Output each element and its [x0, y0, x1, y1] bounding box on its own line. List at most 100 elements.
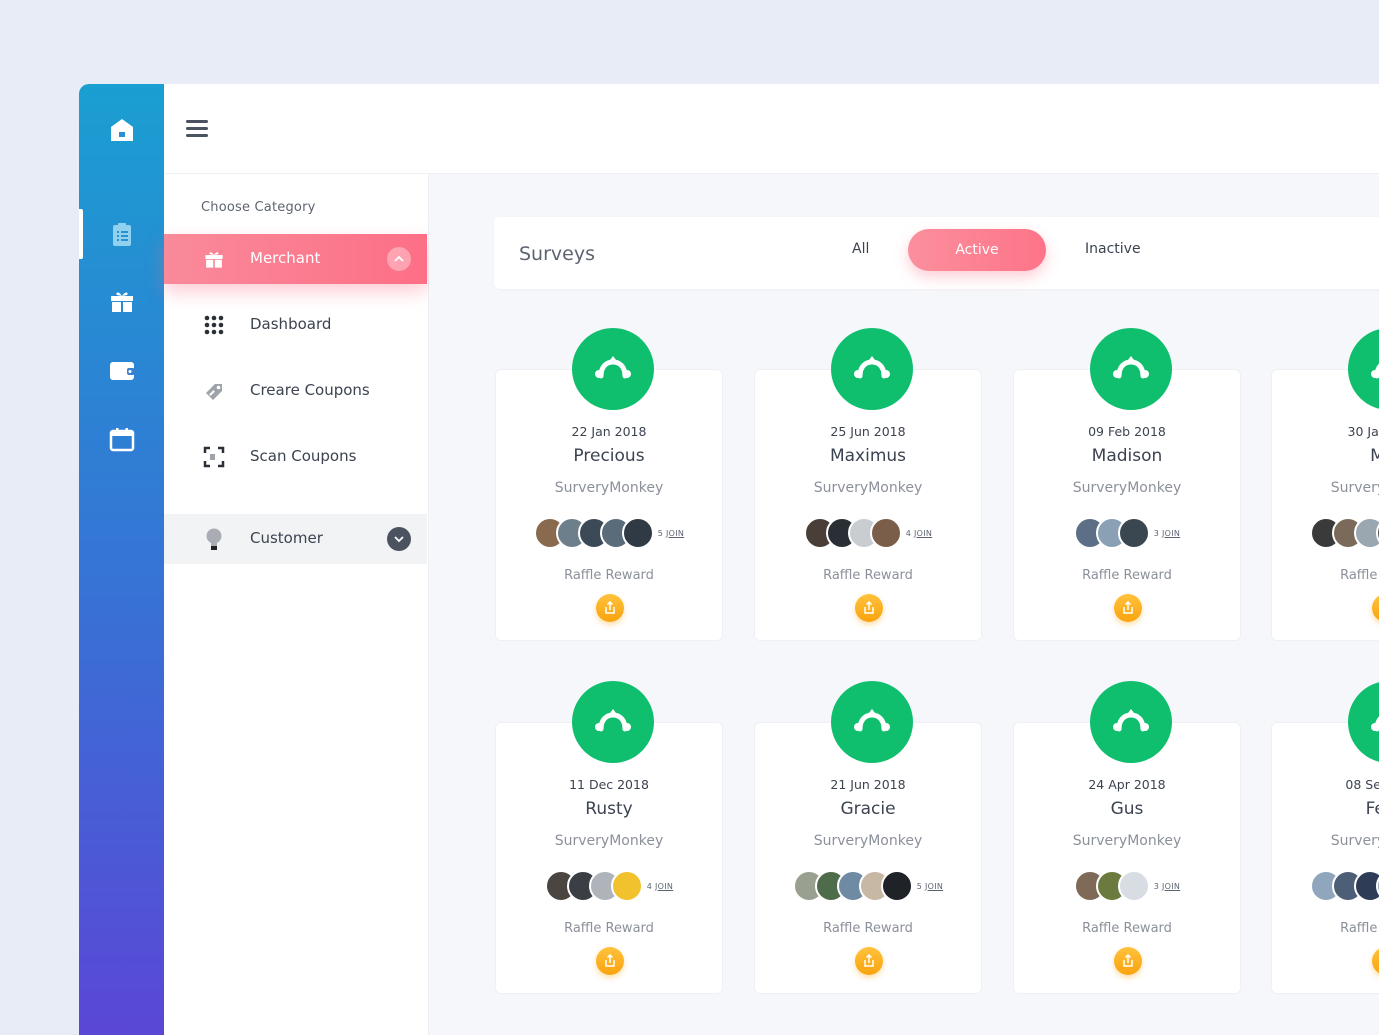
join-link[interactable]: JOIN [914, 529, 932, 538]
avatar-group: 4 JOIN [755, 516, 981, 550]
survey-card[interactable]: 21 Jun 2018 Gracie SurveryMonkey 5 JOIN … [754, 681, 982, 994]
category-item-scan-coupons[interactable]: Scan Coupons [164, 432, 427, 482]
category-panel-title: Choose Category [201, 200, 316, 215]
card-reward-label: Raffle Reward [1340, 921, 1379, 936]
card-date: 08 Sep 2018 [1345, 777, 1379, 792]
hamburger-menu-icon[interactable] [186, 120, 208, 138]
gift-icon [202, 247, 226, 271]
filter-active-tab[interactable]: Active [908, 229, 1046, 271]
surveys-header: Surveys All Active Inactive [494, 217, 1379, 289]
card-date: 24 Apr 2018 [1088, 777, 1166, 792]
app-window: Choose Category Merchant Dashboard Crear… [79, 84, 1379, 1035]
rail-gift-button[interactable] [79, 276, 164, 326]
card-reward-label: Raffle Reward [1082, 568, 1172, 583]
avatar [610, 870, 643, 902]
card-date: 22 Jan 2018 [571, 424, 647, 439]
avatar [1117, 517, 1150, 549]
survey-card[interactable]: 11 Dec 2018 Rusty SurveryMonkey 4 JOIN R… [495, 681, 723, 994]
chevron-up-icon[interactable] [387, 247, 411, 271]
survey-card[interactable]: 22 Jan 2018 Precious SurveryMonkey 5 JOI… [495, 328, 723, 641]
join-count[interactable]: 5 JOIN [917, 882, 943, 891]
avatar [869, 517, 902, 549]
share-icon[interactable] [596, 947, 624, 975]
avatar-group: 5 JOIN [1272, 869, 1379, 903]
card-reward-label: Raffle Reward [1340, 568, 1379, 583]
join-count-number: 5 [657, 528, 664, 538]
chevron-down-icon[interactable] [387, 527, 411, 551]
survey-card[interactable]: 09 Feb 2018 Madison SurveryMonkey 3 JOIN… [1013, 328, 1241, 641]
card-name: Precious [573, 446, 645, 466]
join-count-number: 3 [1153, 881, 1160, 891]
card-source: SurveryMonkey [813, 833, 923, 849]
share-icon[interactable] [1372, 947, 1379, 975]
category-item-merchant[interactable]: Merchant [164, 234, 427, 284]
card-reward-label: Raffle Reward [564, 921, 654, 936]
avatar [1117, 870, 1150, 902]
filter-inactive-tab[interactable]: Inactive [1085, 241, 1141, 257]
card-source: SurveryMonkey [554, 480, 664, 496]
card-reward-label: Raffle Reward [823, 921, 913, 936]
filter-all-tab[interactable]: All [852, 241, 869, 257]
surveymonkey-logo-icon [1348, 681, 1379, 763]
survey-card[interactable]: 08 Sep 2018 Felix SurveryMonkey 5 JOIN R… [1271, 681, 1379, 994]
surveymonkey-logo-icon [1348, 328, 1379, 410]
join-count[interactable]: 5 JOIN [658, 529, 684, 538]
card-reward-label: Raffle Reward [1082, 921, 1172, 936]
join-link[interactable]: JOIN [666, 529, 684, 538]
join-count[interactable]: 4 JOIN [647, 882, 673, 891]
join-count[interactable]: 3 JOIN [1154, 529, 1180, 538]
wallet-icon [109, 362, 135, 380]
survey-card[interactable]: 25 Jun 2018 Maximus SurveryMonkey 4 JOIN… [754, 328, 982, 641]
scan-icon [202, 445, 226, 469]
card-name: Maximus [829, 446, 907, 466]
card-source: SurveryMonkey [1330, 480, 1379, 496]
surveymonkey-logo-icon [572, 681, 654, 763]
join-link[interactable]: JOIN [1162, 882, 1180, 891]
card-date: 11 Dec 2018 [569, 777, 649, 792]
surveymonkey-logo-icon [1090, 328, 1172, 410]
rail-calendar-button[interactable] [79, 414, 164, 464]
avatar [621, 517, 654, 549]
join-link[interactable]: JOIN [655, 882, 673, 891]
card-name: Rusty [585, 799, 633, 819]
share-icon[interactable] [1372, 594, 1379, 622]
clipboard-icon [112, 223, 131, 246]
card-source: SurveryMonkey [1330, 833, 1379, 849]
share-icon[interactable] [596, 594, 624, 622]
rail-home-button[interactable] [79, 105, 164, 155]
share-icon[interactable] [855, 947, 883, 975]
surveymonkey-logo-icon [831, 681, 913, 763]
join-count-number: 4 [905, 528, 912, 538]
calendar-icon [109, 428, 134, 452]
card-source: SurveryMonkey [1072, 480, 1182, 496]
category-item-create-coupons[interactable]: Creare Coupons [164, 366, 427, 416]
avatar-group: 4 JOIN [496, 869, 722, 903]
card-date: 30 Jan 2018 [1347, 424, 1379, 439]
top-bar [164, 84, 1379, 174]
join-count[interactable]: 3 JOIN [1154, 882, 1180, 891]
rail-surveys-button[interactable] [79, 209, 164, 259]
gift-icon [110, 292, 133, 312]
lightbulb-icon [202, 527, 226, 551]
join-link[interactable]: JOIN [925, 882, 943, 891]
card-name: Gus [1110, 799, 1144, 819]
survey-card[interactable]: 24 Apr 2018 Gus SurveryMonkey 3 JOIN Raf… [1013, 681, 1241, 994]
join-link[interactable]: JOIN [1162, 529, 1180, 538]
category-item-label: Merchant [250, 249, 321, 267]
card-source: SurveryMonkey [554, 833, 664, 849]
category-item-label: Dashboard [250, 315, 332, 333]
join-count[interactable]: 4 JOIN [906, 529, 932, 538]
share-icon[interactable] [1114, 594, 1142, 622]
survey-card[interactable]: 30 Jan 2018 Mia SurveryMonkey 5 JOIN Raf… [1271, 328, 1379, 641]
join-count-number: 5 [916, 881, 923, 891]
category-item-dashboard[interactable]: Dashboard [164, 300, 427, 350]
share-icon[interactable] [1114, 947, 1142, 975]
card-date: 09 Feb 2018 [1088, 424, 1166, 439]
category-item-label: Customer [250, 529, 323, 547]
category-item-customer[interactable]: Customer [164, 514, 427, 564]
avatar-group: 3 JOIN [1014, 869, 1240, 903]
share-icon[interactable] [855, 594, 883, 622]
rail-wallet-button[interactable] [79, 345, 164, 395]
card-reward-label: Raffle Reward [823, 568, 913, 583]
card-date: 21 Jun 2018 [830, 777, 906, 792]
